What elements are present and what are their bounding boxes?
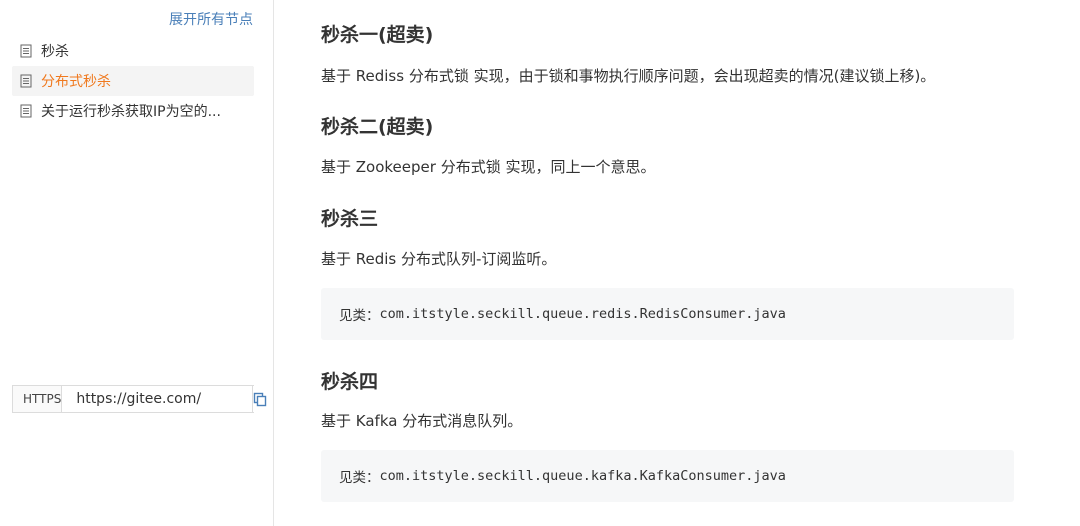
tree-item-label: 关于运行秒杀获取IP为空的...: [41, 104, 221, 120]
code-block: 见类： com.itstyle.seckill.queue.redis.Redi…: [321, 288, 1014, 340]
section-text: 基于 Redis 分布式队列-订阅监听。: [321, 250, 557, 268]
tree-item-seckill[interactable]: 秒杀: [12, 36, 254, 66]
expand-all-link[interactable]: 展开所有节点: [169, 9, 253, 29]
section-title: 秒杀二(超卖): [321, 116, 434, 138]
doc-tree: 秒杀 分布式秒杀 关于运行秒杀获取IP为空的...: [12, 36, 254, 126]
section-text: 基于 Zookeeper 分布式锁 实现，同上一个意思。: [321, 158, 656, 176]
section-title: 秒杀三: [321, 208, 379, 230]
tree-item-ip-empty[interactable]: 关于运行秒杀获取IP为空的...: [12, 96, 254, 126]
tree-item-distributed-seckill[interactable]: 分布式秒杀: [12, 66, 254, 96]
tree-item-label: 秒杀: [41, 44, 69, 60]
document-icon: [20, 74, 32, 88]
section-title: 秒杀一(超卖): [321, 24, 434, 46]
copy-button[interactable]: [252, 386, 268, 412]
code-block: 见类： com.itstyle.seckill.queue.kafka.Kafk…: [321, 450, 1014, 502]
clone-url-input[interactable]: [62, 386, 253, 412]
section-title: 秒杀四: [321, 371, 379, 393]
code-path: com.itstyle.seckill.queue.redis.RedisCon…: [379, 306, 786, 322]
protocol-selector[interactable]: HTTPS: [13, 386, 63, 412]
code-prefix: 见类：: [339, 470, 380, 486]
document-icon: [20, 104, 32, 118]
section-text: 基于 Kafka 分布式消息队列。: [321, 412, 523, 430]
document-icon: [20, 44, 32, 58]
tree-item-label: 分布式秒杀: [41, 74, 111, 90]
code-path: com.itstyle.seckill.queue.kafka.KafkaCon…: [379, 468, 786, 484]
copy-icon: [254, 392, 267, 406]
code-prefix: 见类：: [339, 308, 380, 324]
clone-url-box: HTTPS: [12, 385, 268, 413]
section-text: 基于 Rediss 分布式锁 实现，由于锁和事物执行顺序问题，会出现超卖的情况(…: [321, 67, 936, 85]
sidebar: 展开所有节点 秒杀 分布式秒杀 关于运行秒杀获取IP为空的... HTTPS h…: [0, 0, 274, 526]
